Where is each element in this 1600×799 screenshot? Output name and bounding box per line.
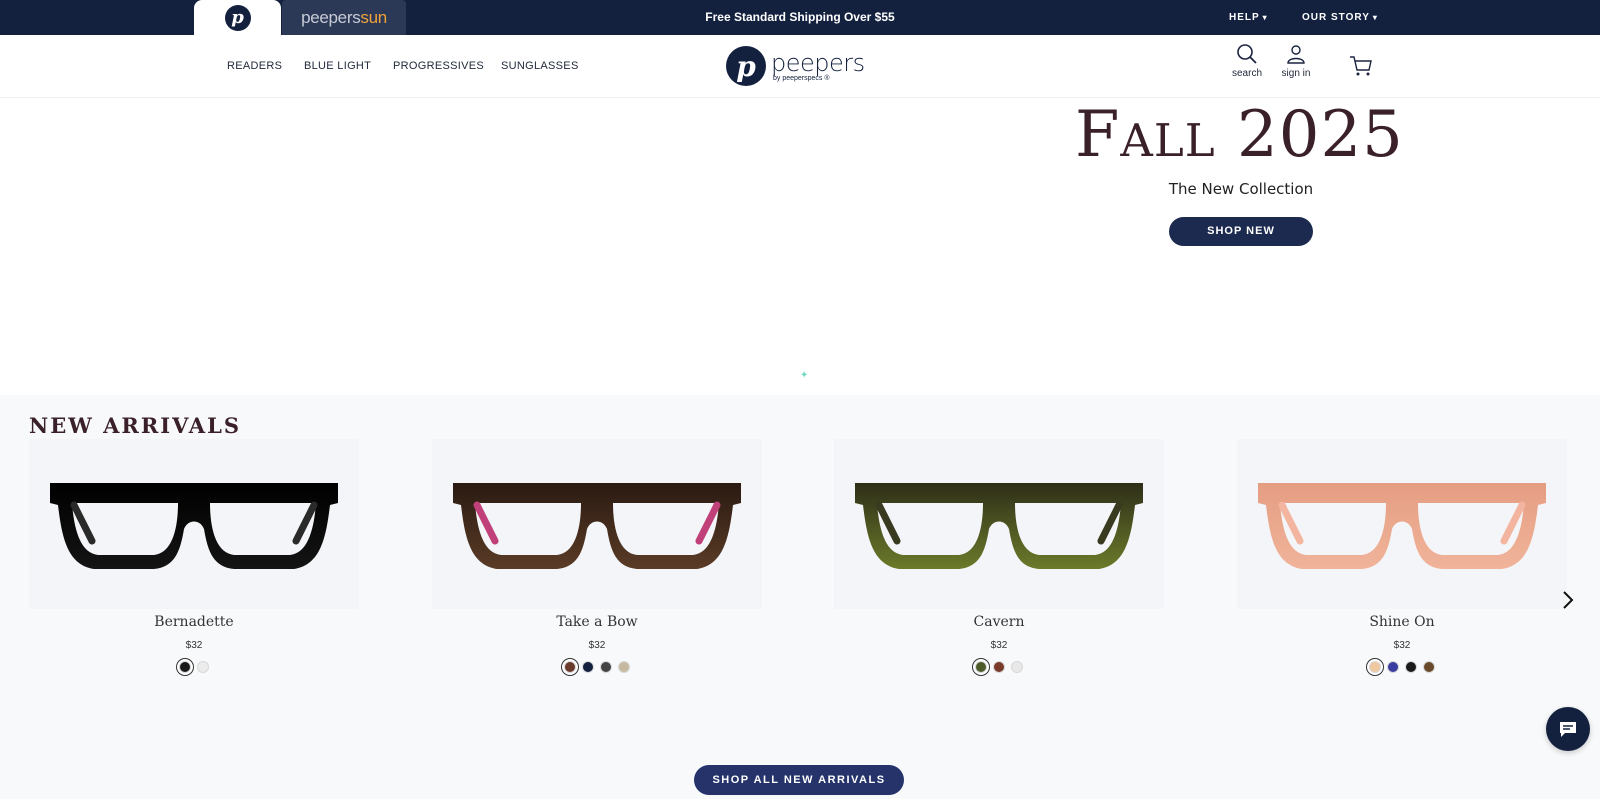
color-swatches [834,661,1164,673]
nav-blue-light[interactable]: BLUE LIGHT [304,35,371,98]
color-swatches [432,661,762,673]
logo-wordmark: peepers [771,48,865,77]
search-label: search [1231,68,1262,79]
color-swatch[interactable] [564,661,576,673]
product-image[interactable] [834,439,1164,609]
peepers-sun-tab[interactable]: peeperssun [282,0,406,35]
product-price: $32 [588,640,606,651]
color-swatch[interactable] [1011,661,1023,673]
peepers-p-logo-icon: p [224,4,251,31]
user-icon [1287,45,1305,64]
product-card[interactable]: Take a Bow $32 [432,439,762,689]
announcement-bar: p peeperssun Free Standard Shipping Over… [0,0,1600,35]
new-arrivals-section: NEW ARRIVALS Bernadette $32 Take a Bow $… [0,395,1600,799]
product-name[interactable]: Cavern [834,614,1164,630]
main-header: READERS BLUE LIGHT PROGRESSIVES SUNGLASS… [0,35,1600,98]
chevron-right-icon [1563,591,1574,609]
our-story-menu[interactable]: OUR STORY ▾ [1302,0,1378,35]
color-swatch[interactable] [618,661,630,673]
nav-readers[interactable]: READERS [227,35,282,98]
search-icon [1237,44,1257,64]
peepers-readers-tab[interactable]: p [194,0,281,35]
search-button[interactable]: search [1222,43,1272,79]
nav-progressives[interactable]: PROGRESSIVES [393,35,484,98]
hero-title: Fall 2025 [1075,98,1404,172]
hero-banner: Fall 2025 The New Collection SHOP NEW ✦ [0,98,1600,395]
eyeglasses-image [50,483,338,569]
sign-in-label: sign in [1281,68,1311,79]
chevron-down-icon: ▾ [1262,13,1268,22]
product-name[interactable]: Shine On [1237,614,1567,630]
chat-icon [1560,722,1576,737]
help-label: HELP [1229,12,1260,23]
product-price: $32 [185,640,203,651]
peepers-sun-logo: peeperssun [301,7,387,27]
chat-button[interactable] [1546,707,1590,751]
shop-all-new-arrivals-button[interactable]: SHOP ALL NEW ARRIVALS [694,765,904,795]
product-name[interactable]: Take a Bow [432,614,762,630]
product-image[interactable] [432,439,762,609]
color-swatch[interactable] [1387,661,1399,673]
color-swatch[interactable] [1405,661,1417,673]
our-story-label: OUR STORY [1302,12,1370,23]
color-swatch[interactable] [1369,661,1381,673]
cart-button[interactable] [1336,55,1386,77]
color-swatch[interactable] [582,661,594,673]
product-price: $32 [990,640,1008,651]
color-swatch[interactable] [975,661,987,673]
eyeglasses-image [855,483,1143,569]
nav-sunglasses[interactable]: SUNGLASSES [501,35,579,98]
sign-in-button[interactable]: sign in [1271,43,1321,79]
eyeglasses-image [1258,483,1546,569]
color-swatch[interactable] [1423,661,1435,673]
product-card[interactable]: Shine On $32 [1237,439,1567,689]
color-swatch[interactable] [179,661,191,673]
peepers-p-logo-icon: p [726,46,766,86]
color-swatch[interactable] [993,661,1005,673]
help-menu[interactable]: HELP ▾ [1229,0,1268,35]
sparkle-icon: ✦ [800,370,809,381]
product-card[interactable]: Cavern $32 [834,439,1164,689]
hero-subtitle: The New Collection [1168,180,1314,198]
product-image[interactable] [29,439,359,609]
peepers-logo[interactable]: p peepers by peeperspecs ® [726,43,865,89]
shop-new-button[interactable]: SHOP NEW [1169,217,1313,246]
eyeglasses-image [453,483,741,569]
chevron-down-icon: ▾ [1372,13,1378,22]
carousel-next-button[interactable] [1556,588,1580,612]
cart-icon [1350,56,1372,76]
product-price: $32 [1393,640,1411,651]
color-swatch[interactable] [600,661,612,673]
color-swatches [1237,661,1567,673]
color-swatch[interactable] [197,661,209,673]
new-arrivals-title: NEW ARRIVALS [29,413,242,438]
product-name[interactable]: Bernadette [29,614,359,630]
product-card[interactable]: Bernadette $32 [29,439,359,689]
product-image[interactable] [1237,439,1567,609]
logo-tagline: by peeperspecs ® [773,74,830,82]
color-swatches [29,661,359,673]
